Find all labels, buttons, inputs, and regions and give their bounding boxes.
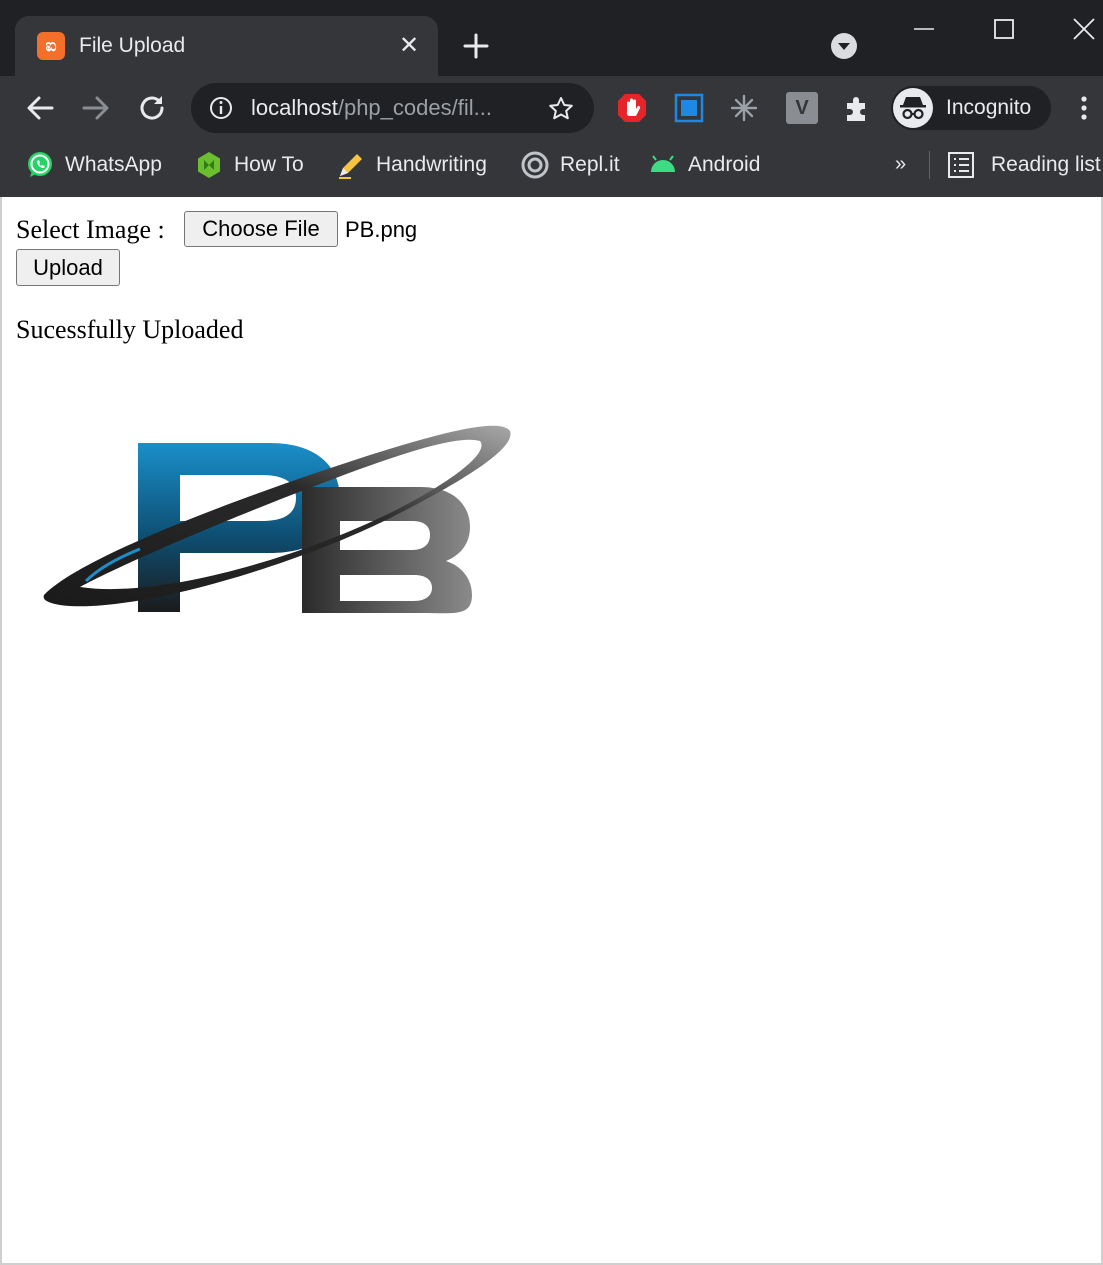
url-text[interactable]: localhost/php_codes/fil... [251,94,492,122]
tab-search-icon[interactable] [831,33,857,59]
replit-icon [521,151,549,179]
window-close-icon[interactable] [1066,12,1102,46]
bookmark-label: Handwriting [376,153,487,176]
extensions-puzzle-icon[interactable] [842,92,874,124]
bookmark-whatsapp[interactable]: WhatsApp [25,148,162,182]
v-extension-icon[interactable]: V [786,92,818,124]
page-content: Select Image : Choose File PB.png Upload… [0,197,1103,1265]
browser-chrome: ಐ File Upload ✕ localhost/php_codes/fil.… [0,0,1103,197]
bookmark-replit[interactable]: Repl.it [520,148,620,182]
url-path: /php_codes/fil... [337,95,492,120]
address-bar[interactable]: localhost/php_codes/fil... [191,83,594,133]
reading-list-button[interactable]: Reading list [947,148,1101,182]
tab-file-upload[interactable]: ಐ File Upload ✕ [15,16,438,76]
reload-icon[interactable] [134,90,170,126]
forward-icon[interactable] [78,90,114,126]
whatsapp-icon [28,152,52,177]
reading-list-icon [948,152,974,178]
screenshot-capture-icon[interactable] [673,92,705,124]
maximize-icon[interactable] [986,12,1022,46]
reading-list-label: Reading list [991,153,1101,176]
xampp-icon: ಐ [37,32,65,60]
bookmarks-overflow-icon[interactable]: » [895,151,906,177]
upload-button[interactable]: Upload [16,249,120,286]
tab-title: File Upload [79,34,186,57]
url-host: localhost [251,95,338,120]
bookmark-label: Android [688,153,761,176]
bookmark-android[interactable]: Android [648,148,760,182]
tab-strip: ಐ File Upload ✕ [0,0,1103,76]
selected-file-name: PB.png [345,217,418,242]
incognito-icon [893,88,933,128]
tab-close-icon[interactable]: ✕ [397,34,421,58]
bookmarks-divider [929,151,930,179]
hexagon-icon [198,152,220,178]
android-icon [651,155,675,172]
bookmark-label: Repl.it [560,153,620,176]
site-info-icon[interactable] [209,96,233,120]
choose-file-button[interactable]: Choose File [184,211,338,247]
incognito-label: Incognito [946,96,1032,119]
bookmark-label: How To [234,153,304,176]
select-image-label: Select Image : [16,215,165,244]
more-menu-icon[interactable] [1072,92,1096,124]
bookmark-how-to[interactable]: How To [194,148,304,182]
sparkle-extension-icon[interactable] [728,92,760,124]
incognito-profile-button[interactable]: Incognito [891,86,1051,130]
adblock-hand-icon[interactable] [616,92,648,124]
pen-icon [339,154,362,179]
bookmark-star-icon[interactable] [547,95,575,123]
back-icon[interactable] [22,90,58,126]
bookmark-label: WhatsApp [65,153,162,176]
upload-status-message: Sucessfully Uploaded [16,315,244,344]
minimize-icon[interactable] [906,12,942,46]
new-tab-icon[interactable] [460,30,492,62]
bookmark-handwriting[interactable]: Handwriting [336,148,487,182]
uploaded-pb-logo-image [43,425,511,614]
